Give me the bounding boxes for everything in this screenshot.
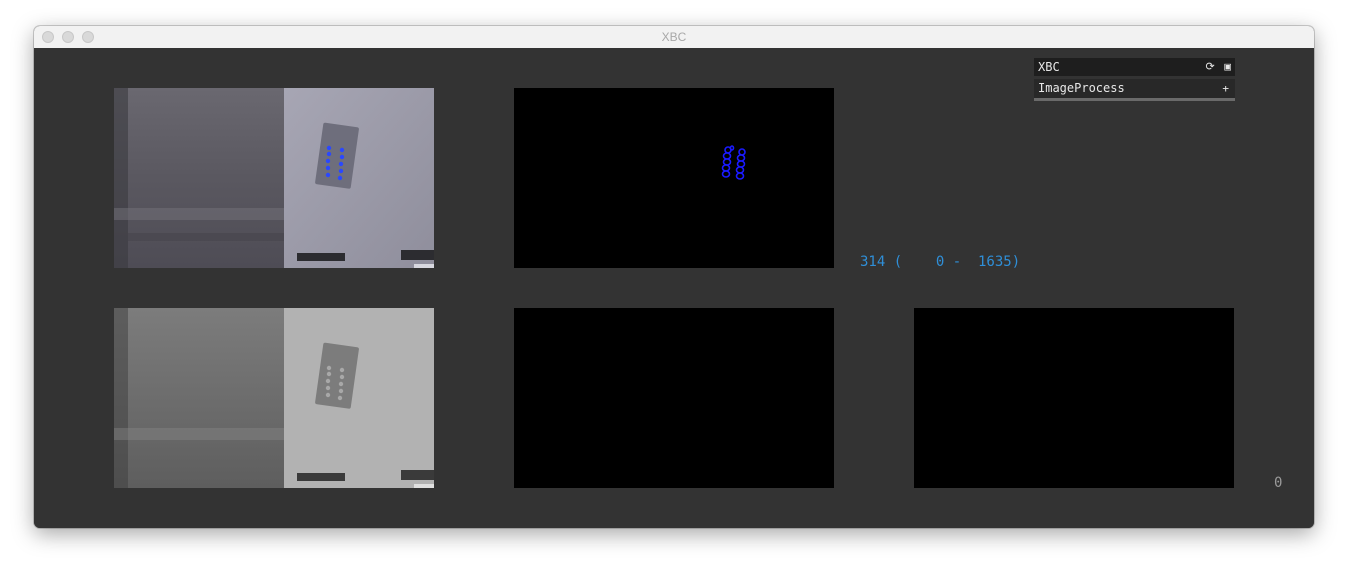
gui-icons: ⟳ ▣ [1203,58,1231,76]
gui-title: XBC [1038,60,1060,74]
color-camera-view [114,88,434,268]
refresh-icon[interactable]: ⟳ [1206,60,1215,73]
threshold-range-readout: 314 ( 0 - 1635) [860,254,1021,270]
render-canvas: 314 ( 0 - 1635) 0 XBC ⟳ ▣ ImageProcess + [34,48,1314,528]
color-camera-image [114,88,434,268]
empty-view-2 [914,308,1234,488]
window-title: XBC [661,30,687,44]
save-icon[interactable]: ▣ [1224,60,1231,73]
gui-header[interactable]: XBC ⟳ ▣ [1034,58,1235,76]
grayscale-camera-image [114,308,434,488]
grayscale-camera-view [114,308,434,488]
expand-icon[interactable]: + [1222,79,1229,98]
title-bar[interactable]: XBC [34,26,1314,49]
empty-view-1 [514,308,834,488]
blob-detection-view [514,88,834,268]
app-window: XBC 314 (0 - 1635) 0 XBC ⟳ ▣ ImageProce… [34,26,1314,528]
frame-counter: 0 [1274,475,1283,491]
gui-panel: XBC ⟳ ▣ ImageProcess + [1034,58,1235,101]
gui-group-label: ImageProcess [1038,81,1125,95]
blob-detection-image [514,88,834,268]
gui-group-imageprocess[interactable]: ImageProcess + [1034,79,1235,101]
